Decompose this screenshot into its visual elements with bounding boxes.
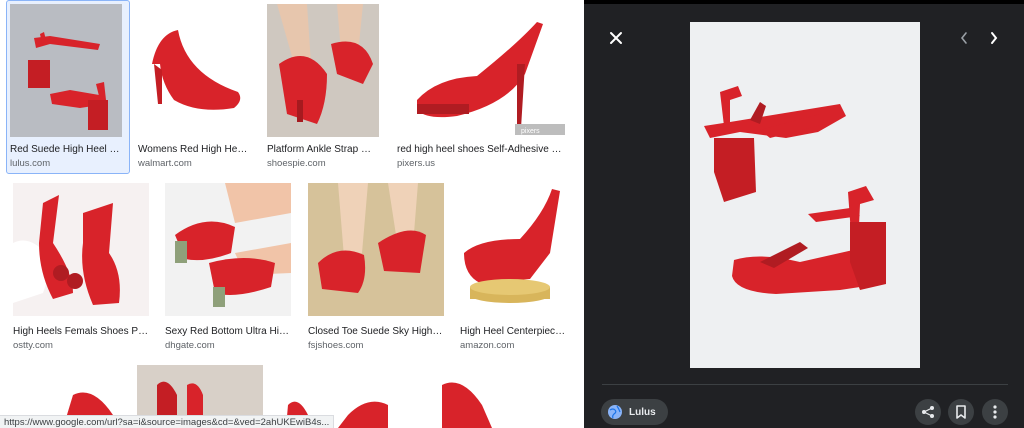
previous-image-button[interactable]: [952, 26, 976, 50]
close-button[interactable]: [604, 26, 628, 50]
globe-icon: [608, 405, 622, 419]
result-thumbnail: [460, 183, 570, 316]
result-thumbnail: [308, 183, 444, 316]
result-domain: dhgate.com: [165, 340, 215, 351]
result-domain: ostty.com: [13, 340, 53, 351]
bookmark-icon: [956, 405, 966, 419]
result-thumbnail: [422, 365, 552, 428]
share-button[interactable]: [915, 399, 941, 425]
watermark-text: pixers: [521, 128, 540, 135]
share-icon: [922, 406, 934, 418]
result-thumbnail: pixers: [397, 4, 567, 137]
viewer-top-strip: [584, 0, 1024, 4]
image-result[interactable]: Red Suede High Heel S... lulus.com: [10, 4, 124, 172]
next-image-button[interactable]: [982, 26, 1006, 50]
more-vertical-icon: [993, 405, 997, 419]
close-icon: [610, 32, 622, 44]
result-title[interactable]: red high heel shoes Self-Adhesive Wal...: [397, 144, 567, 155]
image-result[interactable]: [422, 365, 552, 428]
result-thumbnail: [10, 4, 122, 137]
result-domain: fsjshoes.com: [308, 340, 364, 351]
result-domain: shoespie.com: [267, 158, 326, 169]
result-domain: lulus.com: [10, 158, 51, 169]
result-thumbnail: [13, 183, 149, 316]
save-button[interactable]: [948, 399, 974, 425]
image-result[interactable]: pixers red high heel shoes Self-Adhesive…: [397, 4, 569, 172]
preview-image[interactable]: [690, 22, 920, 368]
result-title[interactable]: Sexy Red Bottom Ultra High...: [165, 326, 291, 337]
image-results-grid: Red Suede High Heel S... lulus.com Women…: [0, 0, 580, 428]
result-domain: amazon.com: [460, 340, 515, 351]
more-options-button[interactable]: [982, 399, 1008, 425]
result-domain: pixers.us: [397, 158, 436, 169]
result-thumbnail: [267, 4, 379, 137]
result-title[interactable]: High Heel Centerpiece ...: [460, 326, 570, 337]
viewer-divider: [602, 384, 1008, 385]
result-title[interactable]: Platform Ankle Strap Hi...: [267, 144, 377, 155]
image-result[interactable]: Womens Red High Heels... walmart.com: [138, 4, 252, 172]
result-title[interactable]: Womens Red High Heels...: [138, 144, 248, 155]
result-thumbnail: [138, 4, 250, 137]
chevron-left-icon: [960, 32, 967, 44]
image-result[interactable]: Sexy Red Bottom Ultra High... dhgate.com: [165, 183, 293, 353]
result-title[interactable]: Closed Toe Suede Sky High H...: [308, 326, 444, 337]
image-result[interactable]: Platform Ankle Strap Hi... shoespie.com: [267, 4, 381, 172]
image-result[interactable]: High Heels Femals Shoes Pu... ostty.com: [13, 183, 151, 353]
result-thumbnail: [165, 183, 291, 316]
image-viewer-panel: Lulus: [584, 0, 1024, 428]
result-title[interactable]: Red Suede High Heel S...: [10, 144, 120, 155]
result-domain: walmart.com: [138, 158, 192, 169]
link-status-bar: https://www.google.com/url?sa=i&source=i…: [0, 415, 335, 428]
source-site-link[interactable]: Lulus: [601, 399, 668, 425]
image-result[interactable]: Closed Toe Suede Sky High H... fsjshoes.…: [308, 183, 446, 353]
result-title[interactable]: High Heels Femals Shoes Pu...: [13, 326, 149, 337]
source-site-label: Lulus: [629, 406, 656, 418]
chevron-right-icon: [991, 32, 998, 44]
image-result[interactable]: High Heel Centerpiece ... amazon.com: [460, 183, 572, 353]
